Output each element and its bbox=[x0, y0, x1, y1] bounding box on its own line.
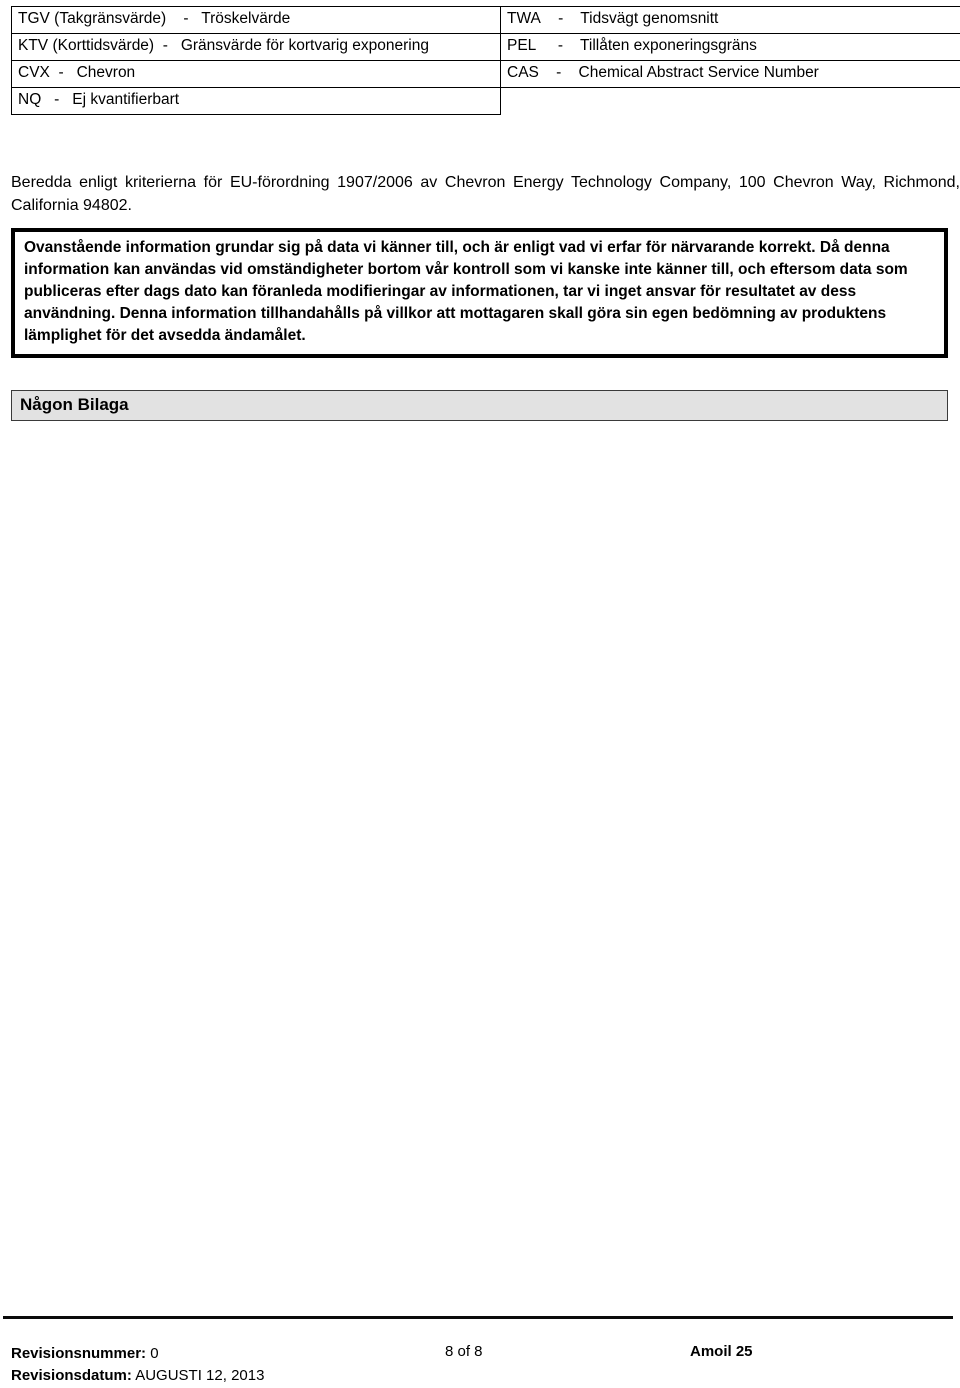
table-row: TGV (Takgränsvärde) - Tröskelvärde TWA -… bbox=[11, 6, 960, 34]
abbrev-term: Tröskelvärde bbox=[201, 10, 291, 27]
table-row: NQ - Ej kvantifierbart bbox=[11, 86, 960, 115]
table-row: CVX - Chevron CAS - Chemical Abstract Se… bbox=[11, 59, 960, 88]
disclaimer-box: Ovanstående information grundar sig på d… bbox=[11, 228, 948, 358]
abbrev-term: Tillåten exponeringsgräns bbox=[579, 36, 757, 54]
abbrev-code: NQ bbox=[18, 90, 42, 108]
abbrev-cell-cas: CAS - Chemical Abstract Service Number bbox=[500, 59, 960, 88]
product-name: Amoil 25 bbox=[690, 1343, 753, 1360]
abbrev-cell-ktv: KTV (Korttidsvärde) - Gränsvärde för kor… bbox=[11, 32, 501, 61]
revision-number-value: 0 bbox=[150, 1345, 159, 1362]
revision-date-label: Revisionsdatum: bbox=[11, 1366, 132, 1384]
abbrev-cell-cvx: CVX - Chevron bbox=[11, 59, 501, 88]
appendix-title: Någon Bilaga bbox=[20, 395, 129, 414]
abbrev-cell-empty bbox=[501, 87, 960, 114]
abbrev-code: TWA bbox=[507, 10, 541, 27]
footer-divider bbox=[3, 1316, 953, 1319]
abbreviation-table-container: TGV (Takgränsvärde) - Tröskelvärde TWA -… bbox=[11, 6, 960, 115]
abbrev-term: Tidsvägt genomsnitt bbox=[580, 10, 719, 27]
abbreviation-table: TGV (Takgränsvärde) - Tröskelvärde TWA -… bbox=[11, 6, 960, 115]
abbrev-term: Ej kvantifierbart bbox=[72, 90, 180, 108]
prepared-by-paragraph: Beredda enligt kriterierna för EU-förord… bbox=[11, 174, 960, 215]
abbrev-code: PEL bbox=[507, 36, 537, 54]
abbrev-term: Gränsvärde för kortvarig exponering bbox=[180, 36, 429, 54]
footer-revision-date-row: Revisionsdatum: AUGUSTI 12, 2013 bbox=[11, 1365, 264, 1387]
table-row: KTV (Korttidsvärde) - Gränsvärde för kor… bbox=[11, 32, 960, 61]
abbrev-term: Chemical Abstract Service Number bbox=[578, 63, 819, 81]
abbrev-cell-nq: NQ - Ej kvantifierbart bbox=[11, 86, 501, 115]
footer-revision-number-row: Revisionsnummer: 0 bbox=[11, 1343, 264, 1365]
abbrev-code: CVX bbox=[18, 63, 50, 81]
revision-date-value: AUGUSTI 12, 2013 bbox=[135, 1366, 265, 1384]
appendix-section-header: Någon Bilaga bbox=[11, 390, 948, 422]
page-footer: Revisionsnummer: 0 Revisionsdatum: AUGUS… bbox=[11, 1343, 948, 1384]
page-indicator: 8 of 8 bbox=[445, 1343, 483, 1360]
abbrev-code: TGV (Takgränsvärde) bbox=[18, 10, 167, 27]
revision-number-label: Revisionsnummer: bbox=[11, 1345, 147, 1362]
abbrev-code: CAS bbox=[507, 63, 539, 81]
footer-revision-info: Revisionsnummer: 0 Revisionsdatum: AUGUS… bbox=[11, 1343, 264, 1387]
disclaimer-text: Ovanstående information grundar sig på d… bbox=[24, 239, 908, 344]
abbrev-cell-pel: PEL - Tillåten exponeringsgräns bbox=[500, 32, 960, 61]
abbrev-code: KTV (Korttidsvärde) bbox=[18, 36, 155, 54]
abbrev-cell-twa: TWA - Tidsvägt genomsnitt bbox=[500, 6, 960, 34]
abbrev-cell-tgv: TGV (Takgränsvärde) - Tröskelvärde bbox=[11, 6, 501, 34]
abbrev-term: Chevron bbox=[76, 63, 136, 81]
